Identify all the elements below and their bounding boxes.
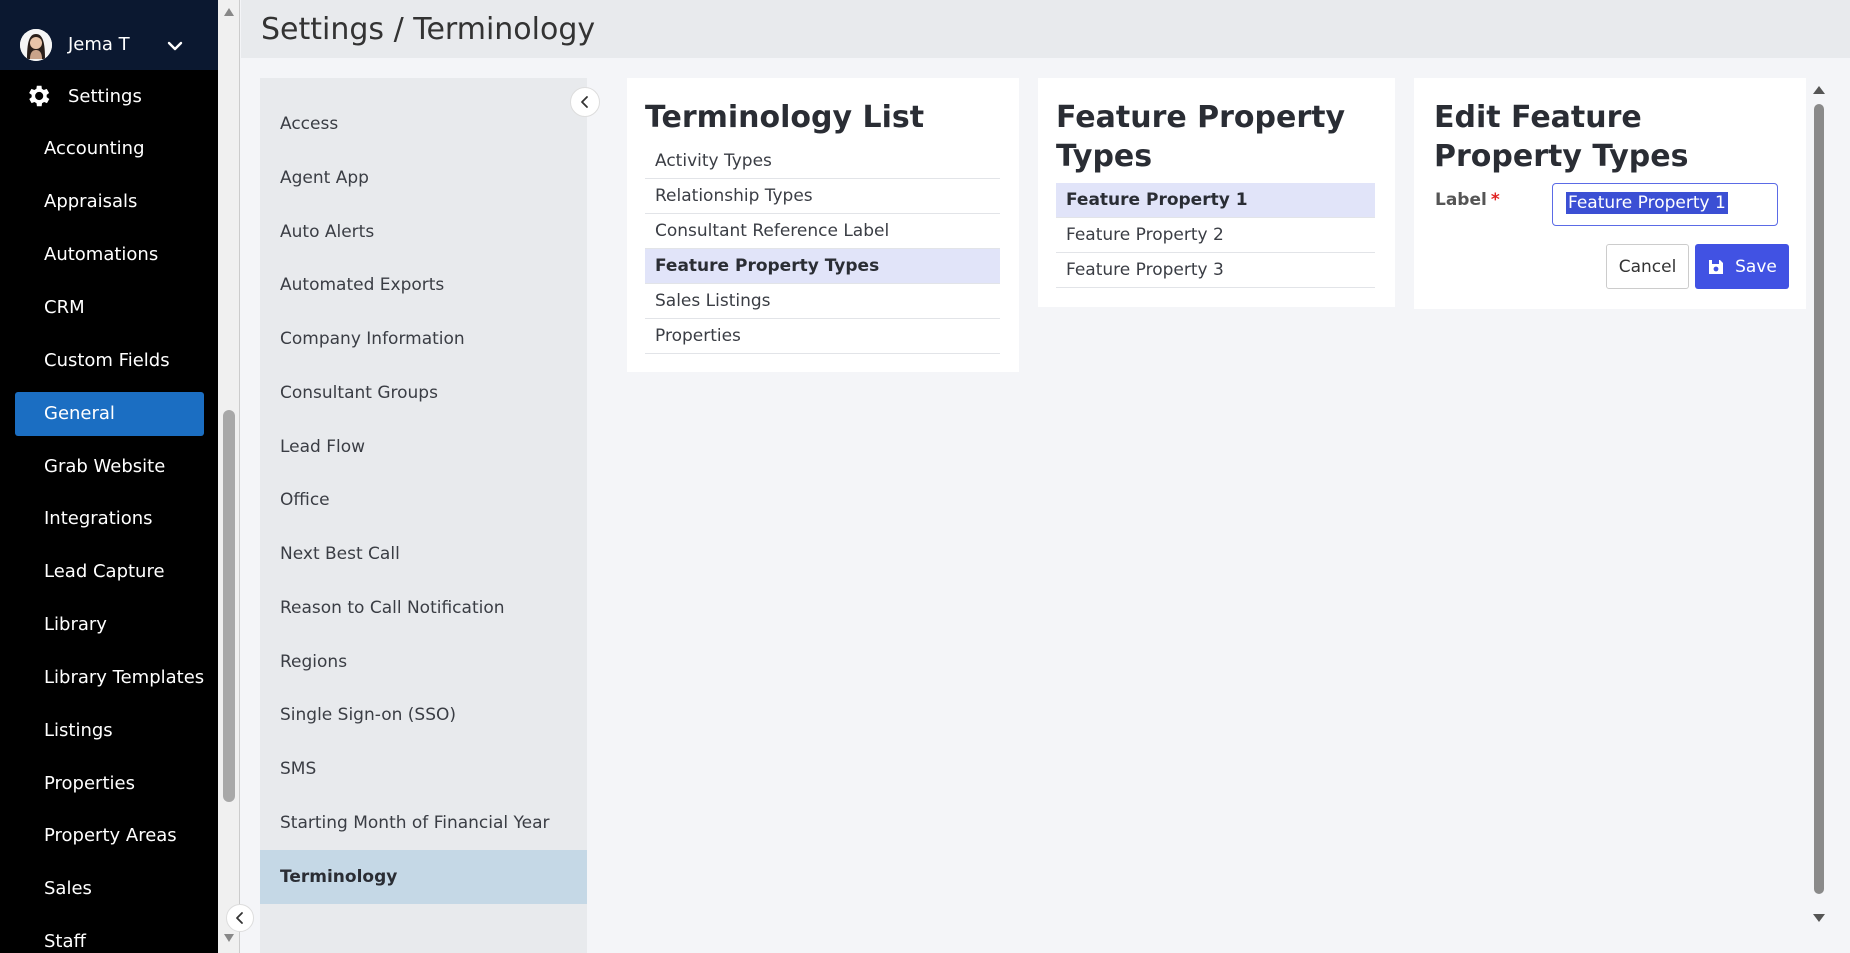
feature-property-types-panel: Feature Property Types Feature Property … [1038,78,1395,307]
nav-item-appraisals[interactable]: Appraisals [44,191,137,212]
submenu-item-next-best-call[interactable]: Next Best Call [280,544,400,564]
required-marker: * [1490,190,1500,210]
submenu-item-regions[interactable]: Regions [280,652,347,672]
chevron-left-icon [581,96,588,108]
terminology-item-consultant-reference-label[interactable]: Consultant Reference Label [645,214,1000,249]
scroll-down-arrow-icon[interactable] [1813,914,1825,922]
terminology-item-relationship-types[interactable]: Relationship Types [645,179,1000,214]
submenu-item-access[interactable]: Access [280,114,338,134]
nav-item-integrations[interactable]: Integrations [44,508,153,529]
submenu-item-sso[interactable]: Single Sign-on (SSO) [280,705,456,725]
scroll-down-arrow-icon[interactable] [224,934,234,942]
submenu-item-terminology[interactable]: Terminology [280,867,397,887]
feature-property-item-1[interactable]: Feature Property 1 [1056,183,1375,218]
submenu-item-financial-year[interactable]: Starting Month of Financial Year [280,813,550,833]
nav-item-listings[interactable]: Listings [44,720,113,741]
gear-icon [29,85,50,107]
nav-item-library-templates[interactable]: Library Templates [44,667,204,688]
left-nav: Jema T Settings Accounting Appraisals Au… [0,0,218,953]
chevron-down-icon[interactable] [165,36,185,56]
feature-property-types-title: Feature Property Types [1056,100,1346,174]
label-field-label: Label * [1435,190,1500,210]
terminology-item-activity-types[interactable]: Activity Types [645,144,1000,179]
submenu-item-automated-exports[interactable]: Automated Exports [280,275,444,295]
submenu-item-sms[interactable]: SMS [280,759,316,779]
avatar [20,29,52,61]
submenu-item-auto-alerts[interactable]: Auto Alerts [280,222,374,242]
settings-label: Settings [68,86,142,107]
submenu-item-agent-app[interactable]: Agent App [280,168,369,188]
feature-property-item-3[interactable]: Feature Property 3 [1056,253,1375,288]
settings-submenu: Access Agent App Auto Alerts Automated E… [260,78,587,953]
terminology-item-properties[interactable]: Properties [645,319,1000,354]
collapse-sidebar-button[interactable] [226,904,254,932]
terminology-list-title: Terminology List [645,100,925,135]
terminology-item-feature-property-types[interactable]: Feature Property Types [645,249,1000,284]
user-menu[interactable]: Jema T [0,0,218,70]
save-button-label: Save [1735,256,1777,277]
save-button[interactable]: Save [1695,244,1789,289]
scrollbar-thumb[interactable] [223,410,235,802]
scroll-up-arrow-icon[interactable] [224,8,234,16]
nav-item-library[interactable]: Library [44,614,107,635]
nav-item-lead-capture[interactable]: Lead Capture [44,561,165,582]
submenu-item-company-information[interactable]: Company Information [280,329,465,349]
label-input-selected-text: Feature Property 1 [1566,192,1728,214]
collapse-submenu-button[interactable] [570,87,600,117]
nav-item-accounting[interactable]: Accounting [44,138,145,159]
nav-item-grab-website[interactable]: Grab Website [44,456,165,477]
scroll-up-arrow-icon[interactable] [1813,86,1825,94]
label-field-label-text: Label [1435,190,1487,210]
sidebar-scrollbar[interactable] [218,0,240,953]
nav-settings-header[interactable]: Settings [0,82,218,112]
page-header: Settings / Terminology [241,0,1850,58]
submenu-item-consultant-groups[interactable]: Consultant Groups [280,383,438,403]
submenu-item-lead-flow[interactable]: Lead Flow [280,437,365,457]
terminology-list-panel: Terminology List Activity Types Relation… [627,78,1019,372]
nav-item-sales[interactable]: Sales [44,878,92,899]
submenu-item-reason-to-call[interactable]: Reason to Call Notification [280,598,505,618]
chevron-left-icon [236,912,243,924]
main-scrollbar[interactable] [1808,78,1830,931]
scrollbar-thumb[interactable] [1814,104,1824,894]
nav-item-property-areas[interactable]: Property Areas [44,825,177,846]
nav-item-staff[interactable]: Staff [44,931,86,952]
page-title: Settings / Terminology [261,12,596,47]
user-name[interactable]: Jema T [68,34,130,55]
edit-panel-title: Edit Feature Property Types [1434,100,1689,174]
nav-item-crm[interactable]: CRM [44,297,85,318]
save-disk-icon [1709,259,1724,274]
terminology-item-sales-listings[interactable]: Sales Listings [645,284,1000,319]
avatar-image [20,29,52,61]
submenu-item-office[interactable]: Office [280,490,330,510]
feature-property-item-2[interactable]: Feature Property 2 [1056,218,1375,253]
cancel-button[interactable]: Cancel [1606,244,1689,289]
nav-item-properties[interactable]: Properties [44,773,135,794]
nav-item-custom-fields[interactable]: Custom Fields [44,350,170,371]
nav-item-general[interactable]: General [44,403,115,424]
nav-item-automations[interactable]: Automations [44,244,158,265]
edit-feature-property-panel: Edit Feature Property Types Label * Featu… [1414,78,1806,309]
